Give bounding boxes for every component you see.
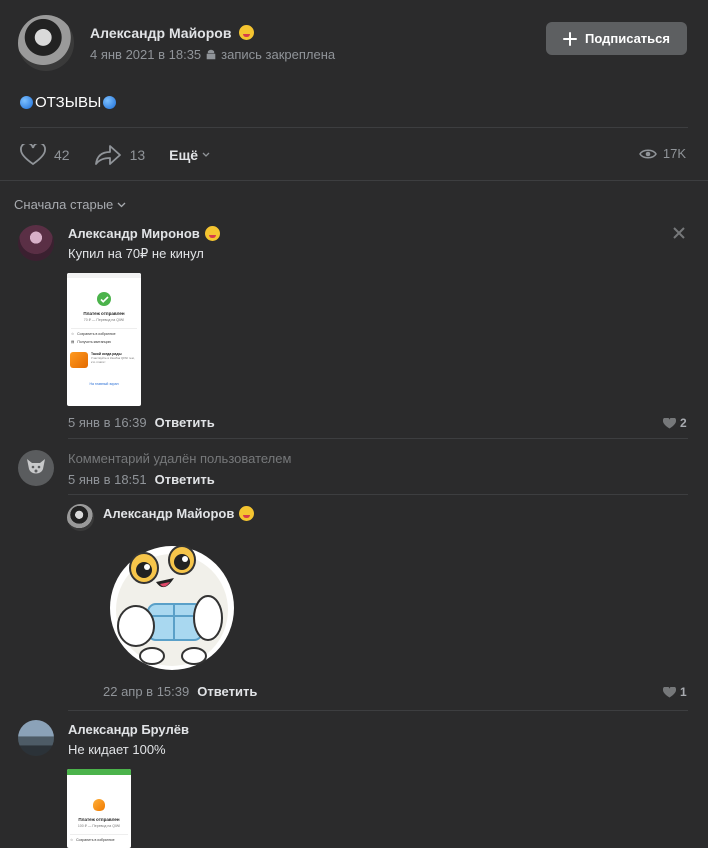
chevron-down-icon — [117, 202, 126, 207]
divider — [68, 494, 688, 495]
post-author-avatar[interactable] — [18, 15, 74, 71]
payment-screenshot[interactable]: Платеж отправлен 100 ₽ — Перевод на QIWI… — [67, 769, 131, 848]
comment-like-count: 2 — [680, 416, 687, 430]
chevron-down-icon — [202, 152, 210, 157]
comment-like-button[interactable]: 2 — [663, 416, 687, 430]
post-actions: 42 13 Ещё — [20, 144, 210, 166]
comment-date[interactable]: 5 янв в 16:39 — [68, 415, 147, 430]
comment-footer: 5 янв в 18:51 Ответить — [68, 472, 215, 487]
receipt-icon: ▤ — [71, 340, 75, 344]
shot-row: ☆ Сохранить в избранное — [70, 834, 128, 842]
shot-subtitle: 70 ₽ — Перевод на QIWI — [83, 318, 125, 322]
fire-icon — [70, 352, 88, 368]
divider — [68, 438, 688, 439]
reply-button[interactable]: Ответить — [155, 415, 215, 430]
post-text-label: ОТЗЫВЫ — [35, 94, 102, 111]
blue-circle-icon — [20, 96, 33, 109]
fire-icon — [93, 799, 105, 811]
close-icon — [673, 227, 685, 239]
more-label: Ещё — [169, 147, 199, 163]
divider — [0, 180, 708, 181]
shot-link: На главный экран — [89, 382, 119, 386]
views-count: 17K — [662, 146, 686, 161]
plus-icon — [562, 31, 577, 46]
comment-author[interactable]: Александр Брулёв — [68, 722, 189, 737]
reply-like-count: 1 — [680, 685, 687, 699]
payment-screenshot[interactable]: Платеж отправлен 70 ₽ — Перевод на QIWI … — [67, 273, 141, 406]
comment-text: Не кидает 100% — [68, 742, 166, 757]
share-icon — [94, 145, 121, 165]
views-counter: 17K — [638, 146, 686, 161]
share-count: 13 — [129, 147, 146, 163]
star-icon: ☆ — [71, 332, 75, 336]
owl-sticker[interactable] — [104, 528, 240, 674]
reply-avatar[interactable] — [67, 504, 94, 531]
like-count: 42 — [54, 147, 70, 163]
reply-footer: 22 апр в 15:39 Ответить — [103, 684, 257, 699]
shot-title: Платеж отправлен — [83, 311, 125, 316]
comment-date[interactable]: 5 янв в 18:51 — [68, 472, 147, 487]
kiss-emoji-icon — [239, 506, 255, 521]
comment-author[interactable]: Александр Миронов — [68, 226, 220, 241]
post-date[interactable]: 4 янв 2021 в 18:35 — [90, 47, 201, 62]
heart-icon — [663, 686, 676, 697]
sort-label: Сначала старые — [14, 197, 114, 212]
reply-like-button[interactable]: 1 — [663, 685, 687, 699]
kiss-emoji-icon — [239, 25, 255, 40]
share-button[interactable]: 13 — [94, 144, 146, 166]
heart-icon — [20, 144, 46, 166]
comments-sort-dropdown[interactable]: Сначала старые — [14, 197, 126, 212]
phone-status-bar — [67, 273, 141, 278]
heart-icon — [663, 417, 676, 428]
pinned-label: запись закреплена — [221, 47, 336, 62]
shot-row1-label: Сохранить в избранное — [77, 332, 116, 336]
promo-text: Участвуйте в Кэшбэк QIWI тем, кто платит — [91, 356, 135, 364]
more-button[interactable]: Ещё — [169, 147, 210, 163]
divider — [68, 710, 688, 711]
phone-status-bar — [67, 769, 131, 775]
like-button[interactable]: 42 — [20, 144, 70, 166]
comment-author-label: Александр Брулёв — [68, 722, 189, 737]
reply-author[interactable]: Александр Майоров — [103, 506, 255, 521]
comment-avatar[interactable] — [18, 225, 54, 261]
post-author-label: Александр Майоров — [90, 25, 232, 41]
subscribe-button[interactable]: Подписаться — [546, 22, 687, 55]
shot-title: Платеж отправлен — [78, 817, 120, 822]
reply-author-label: Александр Майоров — [103, 506, 235, 521]
post-author-name[interactable]: Александр Майоров — [90, 25, 255, 41]
shot-promo: Такой когда рады Участвуйте в Кэшбэк QIW… — [70, 352, 138, 368]
shot-row2-label: Получить квитанцию — [77, 340, 112, 344]
shot-row: ☆ Сохранить в избранное — [71, 328, 137, 336]
tongue-emoji-icon — [204, 226, 220, 241]
blue-circle-icon — [103, 96, 117, 109]
reply-button[interactable]: Ответить — [197, 684, 257, 699]
shot-row: ▤ Получить квитанцию — [71, 340, 137, 344]
check-icon — [97, 292, 111, 306]
deleted-user-avatar — [18, 450, 54, 486]
comment-avatar[interactable] — [18, 720, 54, 756]
deleted-comment-text: Комментарий удалён пользователем — [68, 451, 292, 466]
shot-subtitle: 100 ₽ — Перевод на QIWI — [77, 824, 121, 828]
subscribe-label: Подписаться — [584, 31, 670, 46]
comment-footer: 5 янв в 16:39 Ответить — [68, 415, 215, 430]
comment-author-label: Александр Миронов — [68, 226, 200, 241]
dog-icon — [27, 459, 45, 474]
star-icon: ☆ — [70, 838, 74, 842]
eye-icon — [638, 149, 657, 158]
post-text: ОТЗЫВЫ — [20, 94, 117, 111]
comment-text: Купил на 70₽ не кинул — [68, 246, 204, 261]
reply-date[interactable]: 22 апр в 15:39 — [103, 684, 189, 699]
reply-button[interactable]: Ответить — [155, 472, 215, 487]
shot-row1-label: Сохранить в избранное — [76, 838, 115, 842]
android-icon — [206, 49, 216, 59]
divider — [20, 127, 688, 128]
post-meta: 4 янв 2021 в 18:35 запись закреплена — [90, 47, 335, 62]
close-button[interactable] — [673, 227, 685, 242]
